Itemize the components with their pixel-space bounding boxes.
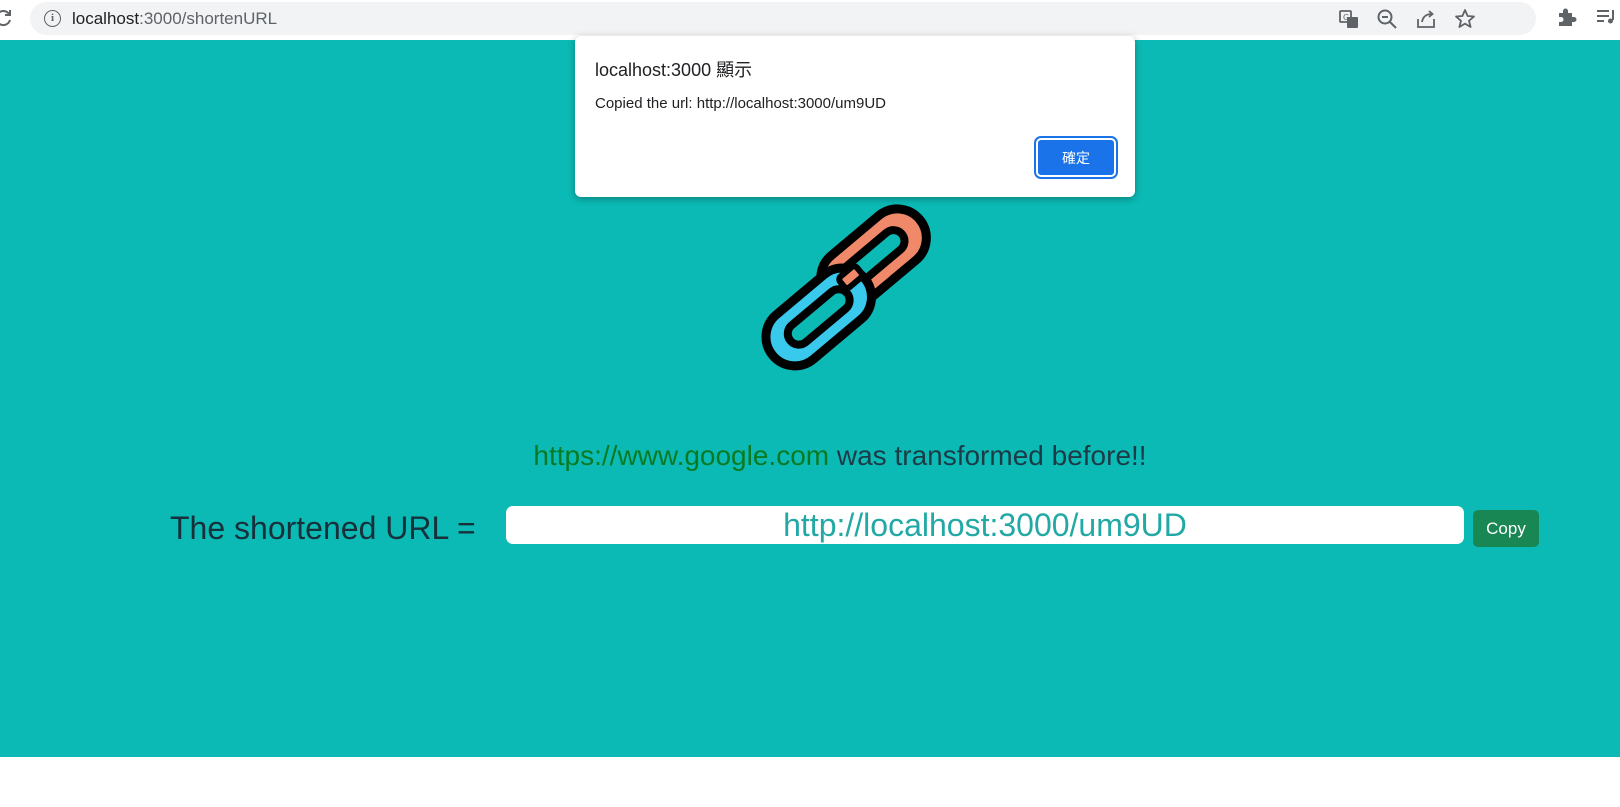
site-info-icon[interactable]: i	[44, 10, 61, 27]
message-suffix: was transformed before!!	[829, 440, 1147, 471]
share-icon[interactable]	[1414, 7, 1438, 31]
copy-button[interactable]: Copy	[1473, 510, 1539, 547]
svg-text:G: G	[1343, 13, 1349, 22]
shortened-url-field[interactable]	[506, 506, 1464, 544]
dialog-message: Copied the url: http://localhost:3000/um…	[595, 95, 886, 112]
address-bar-url[interactable]: localhost:3000/shortenURL	[72, 8, 277, 29]
chain-link-icon	[757, 192, 957, 382]
address-bar[interactable]: i localhost:3000/shortenURL G	[30, 2, 1536, 35]
reload-icon[interactable]	[0, 8, 14, 28]
dialog-title: localhost:3000 顯示	[595, 60, 753, 80]
transformed-message: https://www.google.com was transformed b…	[0, 438, 1620, 474]
browser-toolbar: i localhost:3000/shortenURL G	[0, 0, 1620, 40]
ok-button[interactable]: 確定	[1034, 136, 1118, 179]
alert-dialog: localhost:3000 顯示 Copied the url: http:/…	[575, 36, 1135, 197]
original-url-text: https://www.google.com	[533, 440, 830, 471]
reading-list-icon[interactable]	[1594, 5, 1618, 29]
shortened-url-label: The shortened URL =	[170, 510, 476, 546]
extensions-icon[interactable]	[1554, 5, 1578, 29]
bookmark-star-icon[interactable]	[1453, 7, 1477, 31]
translate-icon[interactable]: G	[1337, 7, 1361, 31]
zoom-out-icon[interactable]	[1375, 7, 1399, 31]
